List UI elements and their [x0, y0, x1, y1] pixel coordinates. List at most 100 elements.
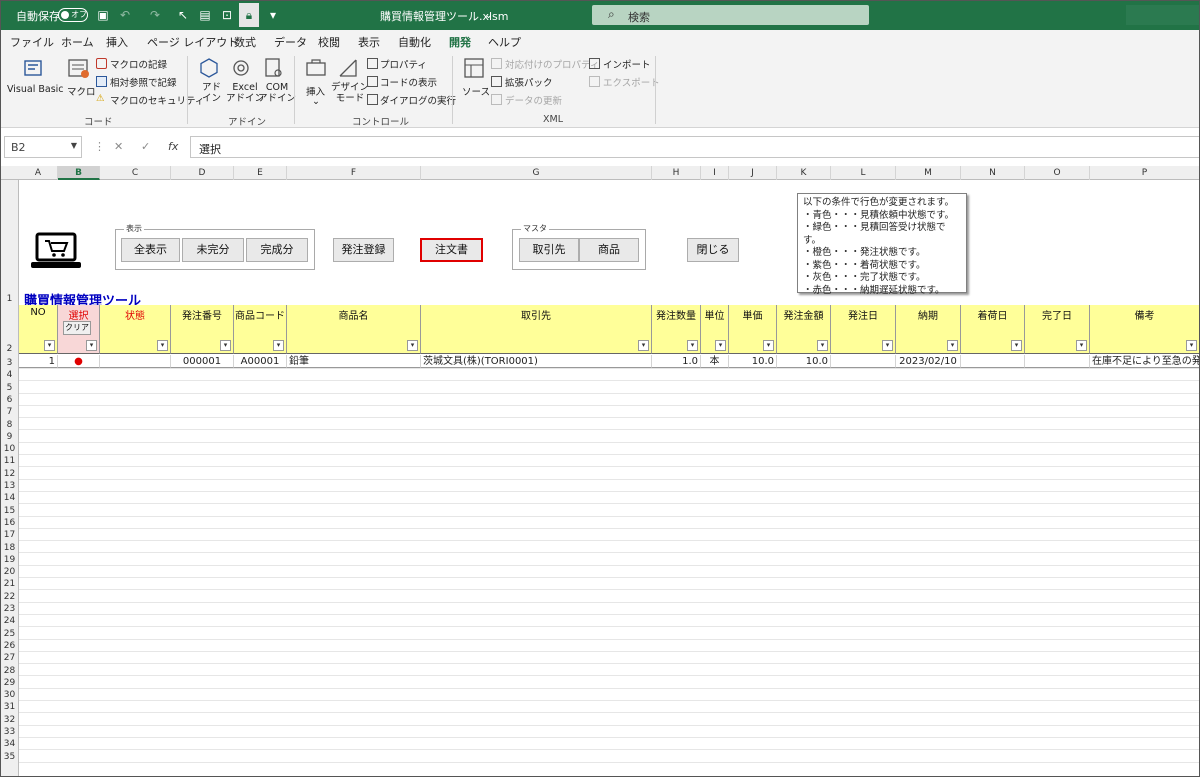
row-header-23[interactable]: 23: [0, 603, 19, 615]
record-macro-label[interactable]: マクロの記録: [110, 57, 167, 71]
row-header-22[interactable]: 22: [0, 591, 19, 603]
row-header-20[interactable]: 20: [0, 566, 19, 578]
row-header-30[interactable]: 30: [0, 689, 19, 701]
filter-dropdown-icon[interactable]: ▾: [687, 340, 698, 351]
order-register-button[interactable]: 発注登録: [333, 238, 394, 262]
chevron-down-icon[interactable]: ▼: [71, 141, 77, 150]
row-header-34[interactable]: 34: [0, 738, 19, 750]
clear-button[interactable]: クリア: [63, 321, 91, 335]
column-header-o[interactable]: O: [1025, 166, 1090, 180]
row-header-19[interactable]: 19: [0, 554, 19, 566]
filter-dropdown-icon[interactable]: ▾: [715, 340, 726, 351]
filter-dropdown-icon[interactable]: ▾: [44, 340, 55, 351]
filter-dropdown-icon[interactable]: ▾: [86, 340, 97, 351]
properties-label[interactable]: プロパティ: [380, 57, 427, 71]
row-header-29[interactable]: 29: [0, 677, 19, 689]
row-header-17[interactable]: 17: [0, 529, 19, 541]
cell-arrival-date[interactable]: [961, 355, 1025, 368]
design-mode-label[interactable]: デザイン モード: [331, 82, 369, 104]
suppliers-button[interactable]: 取引先: [519, 238, 579, 262]
addin-label[interactable]: アド イン: [202, 82, 221, 104]
document-icon[interactable]: ▤: [198, 8, 212, 22]
tab-page-layout[interactable]: ページ レイアウト: [147, 34, 238, 50]
row-header-24[interactable]: 24: [0, 615, 19, 627]
row-header-32[interactable]: 32: [0, 714, 19, 726]
row-header-10[interactable]: 10: [0, 443, 19, 455]
tab-formulas[interactable]: 数式: [234, 34, 256, 50]
cell-completion-date[interactable]: [1025, 355, 1090, 368]
incomplete-button[interactable]: 未完分: [182, 238, 244, 262]
search-box[interactable]: ⌕ 検索: [592, 5, 869, 25]
macro-security-label[interactable]: マクロのセキュリティ: [110, 93, 204, 107]
row-header-4[interactable]: 4: [0, 369, 19, 381]
row-header-9[interactable]: 9: [0, 431, 19, 443]
view-code-label[interactable]: コードの表示: [380, 75, 437, 89]
row-header-12[interactable]: 12: [0, 468, 19, 480]
filter-dropdown-icon[interactable]: ▾: [157, 340, 168, 351]
column-header-l[interactable]: L: [831, 166, 896, 180]
cancel-icon[interactable]: ✕: [114, 140, 123, 153]
filter-dropdown-icon[interactable]: ▾: [638, 340, 649, 351]
cell-supplier[interactable]: 茨城文具(株)(TORI0001): [421, 355, 652, 368]
filter-dropdown-icon[interactable]: ▾: [1011, 340, 1022, 351]
customize-toolbar-icon[interactable]: ▾: [266, 8, 280, 22]
cell-selected[interactable]: ●: [58, 355, 100, 368]
xml-source-label[interactable]: ソース: [462, 84, 490, 98]
row-header-27[interactable]: 27: [0, 652, 19, 664]
column-header-i[interactable]: I: [701, 166, 729, 180]
row-header-31[interactable]: 31: [0, 701, 19, 713]
cell-quantity[interactable]: 1.0: [652, 355, 701, 368]
row-header-8[interactable]: 8: [0, 419, 19, 431]
row-header-15[interactable]: 15: [0, 505, 19, 517]
row-header-28[interactable]: 28: [0, 665, 19, 677]
products-button[interactable]: 商品: [579, 238, 639, 262]
filter-dropdown-icon[interactable]: ▾: [1076, 340, 1087, 351]
filter-dropdown-icon[interactable]: ▾: [1186, 340, 1197, 351]
filter-dropdown-icon[interactable]: ▾: [817, 340, 828, 351]
column-header-k[interactable]: K: [777, 166, 831, 180]
purchase-order-button[interactable]: 注文書: [420, 238, 483, 262]
text-box-icon[interactable]: ⊡: [220, 8, 234, 22]
chevron-down-icon[interactable]: ⌄: [484, 8, 493, 21]
column-header-d[interactable]: D: [171, 166, 234, 180]
row-header-21[interactable]: 21: [0, 578, 19, 590]
cell-amount[interactable]: 10.0: [777, 355, 831, 368]
run-dialog-label[interactable]: ダイアログの実行: [380, 93, 456, 107]
macro-label[interactable]: マクロ: [67, 84, 96, 98]
tab-home[interactable]: ホーム: [61, 34, 94, 50]
cell-status[interactable]: [100, 355, 171, 368]
row-header-3[interactable]: 3: [0, 357, 19, 369]
cell-remarks[interactable]: 在庫不足により至急の発注: [1090, 355, 1200, 368]
column-header-b[interactable]: B: [58, 166, 100, 180]
show-all-button[interactable]: 全表示: [121, 238, 180, 262]
tab-insert[interactable]: 挿入: [106, 34, 128, 50]
close-button[interactable]: 閉じる: [687, 238, 739, 262]
name-box[interactable]: B2 ▼: [4, 136, 82, 158]
worksheet[interactable]: 表示 全表示 未完分 完成分 発注登録 注文書 マスタ 取引先 商品 閉じる 以…: [19, 180, 1200, 777]
tab-file[interactable]: ファイル: [10, 34, 54, 50]
column-header-m[interactable]: M: [896, 166, 961, 180]
column-header-f[interactable]: F: [287, 166, 421, 180]
cell-no[interactable]: 1: [19, 355, 58, 368]
filter-dropdown-icon[interactable]: ▾: [763, 340, 774, 351]
cell-product-code[interactable]: A00001: [234, 355, 287, 368]
import-label[interactable]: インポート: [603, 57, 651, 71]
expansion-packs-label[interactable]: 拡張パック: [505, 75, 553, 89]
autosave-toggle[interactable]: オフ: [58, 8, 88, 22]
row-header-33[interactable]: 33: [0, 726, 19, 738]
row-header-18[interactable]: 18: [0, 542, 19, 554]
cell-unit[interactable]: 本: [701, 355, 729, 368]
column-header-a[interactable]: A: [19, 166, 58, 180]
visual-basic-label[interactable]: Visual Basic: [7, 84, 64, 95]
row-header-13[interactable]: 13: [0, 480, 19, 492]
row-header-35[interactable]: 35: [0, 751, 19, 763]
cell-order-date[interactable]: [831, 355, 896, 368]
filter-dropdown-icon[interactable]: ▾: [273, 340, 284, 351]
cell-due-date[interactable]: 2023/02/10: [896, 355, 961, 368]
tab-help[interactable]: ヘルプ: [488, 34, 521, 50]
enter-icon[interactable]: ✓: [141, 140, 150, 153]
column-header-h[interactable]: H: [652, 166, 701, 180]
redo-icon[interactable]: ↷: [148, 8, 162, 22]
tab-review[interactable]: 校閲: [318, 34, 340, 50]
row-header-14[interactable]: 14: [0, 492, 19, 504]
